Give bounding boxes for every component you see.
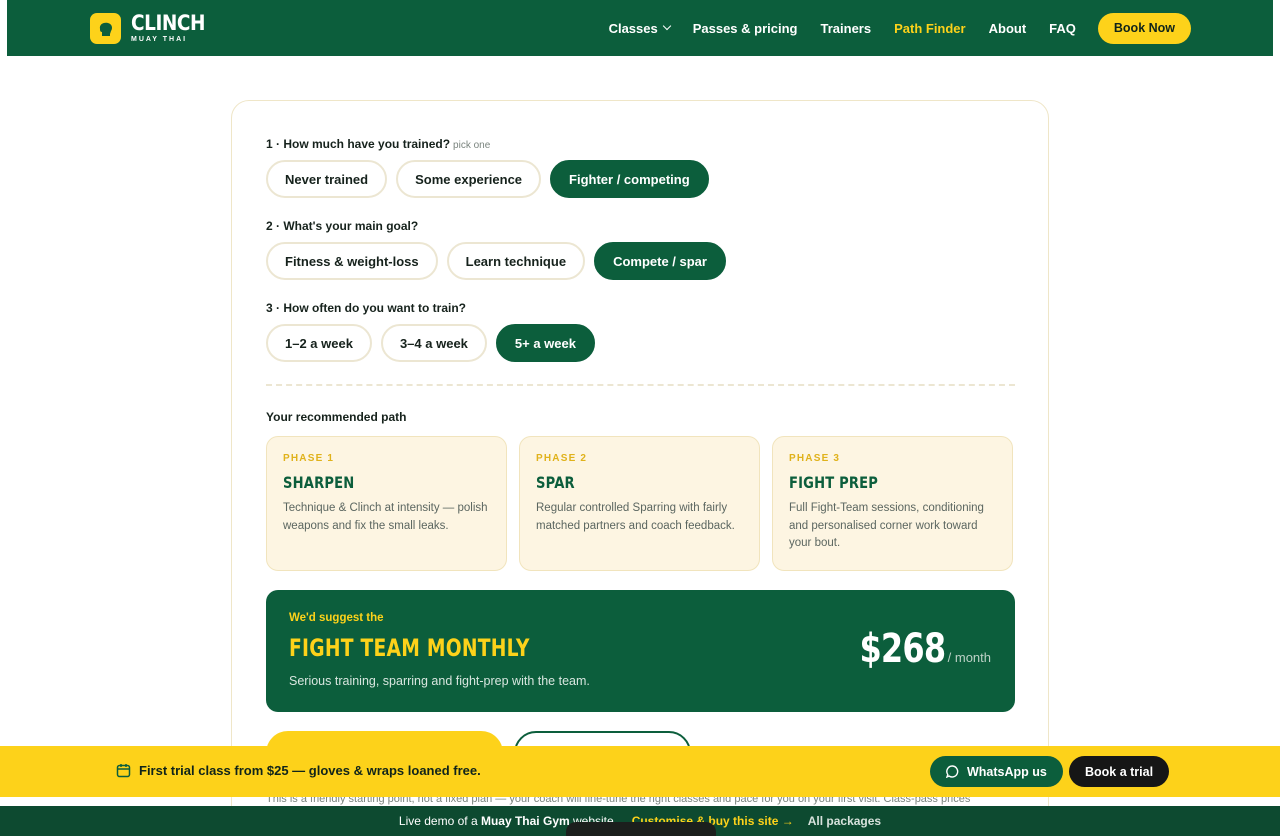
recommended-path-title: Your recommended path xyxy=(266,410,407,424)
chat-bubble-icon xyxy=(946,765,959,778)
book-now-button[interactable]: Book Now xyxy=(1097,12,1191,44)
phase-description: Regular controlled Sparring with fairly … xyxy=(536,502,735,532)
phase-list: PHASE 1 SHARPEN Technique & Clinch at in… xyxy=(266,436,1013,571)
phase-number: PHASE 2 xyxy=(536,453,588,464)
nav-label: Path Finder xyxy=(894,20,966,36)
nav-label: Passes & pricing xyxy=(692,20,798,36)
nav-classes[interactable]: Classes xyxy=(608,20,671,36)
question-2-label: 2 · What's your main goal? xyxy=(266,219,419,233)
floating-dock[interactable] xyxy=(566,822,716,836)
calendar-icon xyxy=(116,764,131,778)
option-some-experience[interactable]: Some experience xyxy=(396,160,542,198)
option-never-trained[interactable]: Never trained xyxy=(266,160,388,198)
phase-card-2: PHASE 2 SPAR Regular controlled Sparring… xyxy=(519,436,760,571)
brand-name: CLINCH xyxy=(131,11,206,35)
phase-description: Full Fight-Team sessions, conditioning a… xyxy=(789,502,984,549)
all-packages-link[interactable]: All packages xyxy=(808,814,881,828)
question-1-options: Never trained Some experience Fighter / … xyxy=(266,160,718,198)
option-compete-spar[interactable]: Compete / spar xyxy=(594,242,726,280)
question-2-options: Fitness & weight-loss Learn technique Co… xyxy=(266,242,735,280)
main-nav: Classes Passes & pricing Trainers Path F… xyxy=(586,0,1191,56)
phase-title: FIGHT PREP xyxy=(789,473,879,492)
suggest-intro: We'd suggest the xyxy=(289,612,384,624)
plan-period: / month xyxy=(947,650,991,665)
whatsapp-button[interactable]: WhatsApp us xyxy=(930,756,1063,787)
phase-description: Technique & Clinch at intensity — polish… xyxy=(283,502,488,532)
path-finder-card: 1 · How much have you trained? pick one N… xyxy=(231,100,1049,836)
question-1-label: 1 · How much have you trained? pick one xyxy=(266,137,491,151)
question-3-options: 1–2 a week 3–4 a week 5+ a week xyxy=(266,324,604,362)
option-fitness-weight-loss[interactable]: Fitness & weight-loss xyxy=(266,242,438,280)
phase-title: SHARPEN xyxy=(283,473,355,492)
nav-about[interactable]: About xyxy=(989,21,1027,36)
nav-label: FAQ xyxy=(1049,20,1076,36)
phase-number: PHASE 1 xyxy=(283,453,335,464)
promo-bar: First trial class from $25 — gloves & wr… xyxy=(0,746,1280,797)
nav-label: About xyxy=(988,20,1027,36)
nav-path-finder[interactable]: Path Finder xyxy=(894,21,966,36)
phase-number: PHASE 3 xyxy=(789,453,841,464)
site-header: CLINCH MUAY THAI Classes Passes & pricin… xyxy=(7,0,1273,56)
phase-card-3: PHASE 3 FIGHT PREP Full Fight-Team sessi… xyxy=(772,436,1013,571)
suggested-plan-panel: We'd suggest the FIGHT TEAM MONTHLY Seri… xyxy=(266,590,1015,712)
promo-message: First trial class from $25 — gloves & wr… xyxy=(116,763,481,778)
chevron-down-icon xyxy=(662,21,671,31)
plan-price-block: $268 / month xyxy=(838,626,991,672)
nav-label: Trainers xyxy=(820,20,872,36)
nav-label: Classes xyxy=(608,20,658,36)
nav-trainers[interactable]: Trainers xyxy=(821,21,872,36)
plan-price: $268 xyxy=(859,626,947,672)
phase-card-1: PHASE 1 SHARPEN Technique & Clinch at in… xyxy=(266,436,507,571)
book-trial-button[interactable]: Book a trial xyxy=(1069,756,1170,787)
option-1-2-week[interactable]: 1–2 a week xyxy=(266,324,372,362)
question-3-label: 3 · How often do you want to train? xyxy=(266,301,466,315)
brand-logo[interactable]: CLINCH MUAY THAI xyxy=(90,12,215,45)
option-3-4-week[interactable]: 3–4 a week xyxy=(380,324,487,362)
question-hint: pick one xyxy=(453,140,491,151)
glove-icon xyxy=(90,13,121,44)
option-5-week[interactable]: 5+ a week xyxy=(495,324,595,362)
option-learn-technique[interactable]: Learn technique xyxy=(446,242,586,280)
demo-site-type: Muay Thai Gym xyxy=(480,814,570,828)
phase-title: SPAR xyxy=(536,473,575,492)
nav-faq[interactable]: FAQ xyxy=(1049,21,1076,36)
nav-passes-pricing[interactable]: Passes & pricing xyxy=(693,21,798,36)
plan-description: Serious training, sparring and fight-pre… xyxy=(289,674,590,688)
dashed-divider xyxy=(266,384,1015,386)
option-fighter-competing[interactable]: Fighter / competing xyxy=(550,160,709,198)
plan-name: FIGHT TEAM MONTHLY xyxy=(289,634,530,662)
brand-subtitle: MUAY THAI xyxy=(131,36,188,43)
demo-prefix: Live demo of a xyxy=(398,814,478,828)
